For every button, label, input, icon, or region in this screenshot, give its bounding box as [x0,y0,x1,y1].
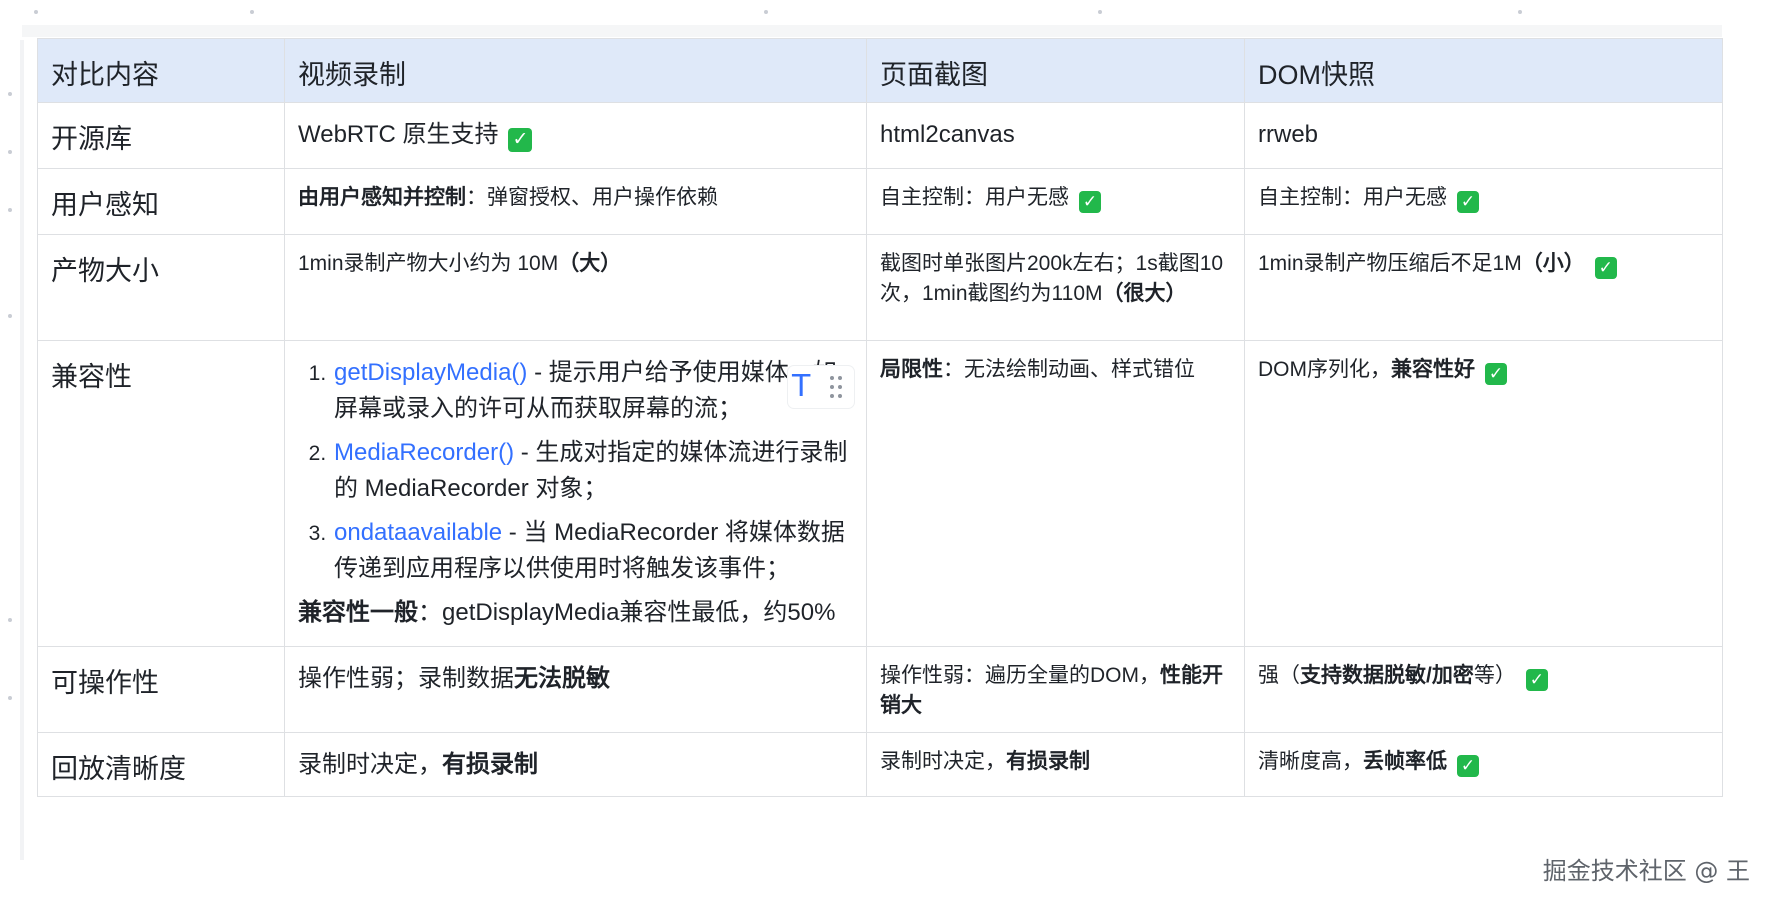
cell-compat-screenshot[interactable]: 局限性：无法绘制动画、样式错位 [866,340,1245,647]
table-header-row: 对比内容 视频录制 页面截图 DOM快照 [37,38,1723,103]
row-label-operability[interactable]: 可操作性 [37,646,285,733]
check-mark-icon: ✓ [1079,191,1101,213]
bold-text: 有损录制 [1006,749,1090,773]
cell-operability-dom[interactable]: 强（支持数据脱敏/加密等） ✓ [1244,646,1723,733]
header-compare-item[interactable]: 对比内容 [37,38,285,103]
table-row-library: 开源库 WebRTC 原生支持 ✓ html2canvas rrweb [37,102,1723,169]
table-row-operability: 可操作性 操作性弱；录制数据无法脱敏 操作性弱：遍历全量的DOM，性能开销大 强… [37,646,1723,733]
check-mark-icon: ✓ [508,128,533,152]
header-dom-snapshot[interactable]: DOM快照 [1244,38,1723,103]
table-row-perception: 用户感知 由用户感知并控制：弹窗授权、用户操作依赖 自主控制：用户无感 ✓ 自主控… [37,168,1723,235]
block-hover-toolbar: T [788,366,854,408]
cell-library-dom[interactable]: rrweb [1244,102,1723,169]
row-handle-dot[interactable] [8,618,12,622]
check-mark-icon: ✓ [1457,191,1479,213]
row-label-library[interactable]: 开源库 [37,102,285,169]
cell-clarity-video[interactable]: 录制时决定，有损录制 [284,731,867,797]
bold-text: （大） [558,252,622,275]
cell-text: WebRTC 原生支持 [298,121,499,148]
cell-perception-dom[interactable]: 自主控制：用户无感 ✓ [1244,168,1723,235]
cell-text: 等） [1473,664,1516,687]
api-link[interactable]: MediaRecorder() [334,439,514,466]
row-label-compat[interactable]: 兼容性 [37,340,285,647]
cell-library-screenshot[interactable]: html2canvas [866,102,1245,169]
cell-text: 录制时决定， [880,749,1006,773]
list-item: ondataavailable - 当 MediaRecorder 将媒体数据传… [332,515,853,587]
cell-perception-screenshot[interactable]: 自主控制：用户无感 ✓ [866,168,1245,235]
row-handle-dot[interactable] [8,208,12,212]
bold-text: 由用户感知并控制 [298,186,466,209]
cell-text: 强（ [1258,664,1300,687]
row-handle-dot[interactable] [8,314,12,318]
cell-clarity-dom[interactable]: 清晰度高，丢帧率低 ✓ [1244,731,1723,797]
bold-text: （小） [1521,252,1585,275]
text-format-icon[interactable]: T [792,370,810,404]
document-top-rule [22,25,1722,37]
cell-clarity-screenshot[interactable]: 录制时决定，有损录制 [866,731,1245,797]
cell-compat-video[interactable]: getDisplayMedia() - 提示用户给予使用媒体，如屏幕或录入的许可… [284,340,867,647]
row-label-perception[interactable]: 用户感知 [37,168,285,235]
cell-perception-video[interactable]: 由用户感知并控制：弹窗授权、用户操作依赖 [284,168,867,235]
bold-text: 兼容性一般 [298,599,418,626]
bold-text: （很大） [1102,282,1187,306]
table-row-size: 产物大小 1min录制产物大小约为 10M（大） 截图时单张图片200k左右；1… [37,234,1723,341]
api-list: getDisplayMedia() - 提示用户给予使用媒体，如屏幕或录入的许可… [298,355,853,587]
bold-text: 支持数据脱敏/加密 [1300,664,1474,687]
bold-text: 兼容性好 [1391,358,1475,381]
row-selection-rail[interactable] [20,40,24,860]
header-screenshot[interactable]: 页面截图 [866,38,1245,103]
check-mark-icon: ✓ [1457,754,1479,777]
cell-library-video[interactable]: WebRTC 原生支持 ✓ [284,102,867,169]
bold-text: 丢帧率低 [1363,749,1447,773]
cell-text: 录制时决定， [298,750,442,778]
watermark: 掘金技术社区 @ 王 [1542,857,1750,885]
cell-size-video[interactable]: 1min录制产物大小约为 10M（大） [284,234,867,341]
bold-text: 无法脱敏 [514,665,610,692]
table-row-compat: 兼容性 getDisplayMedia() - 提示用户给予使用媒体，如屏幕或录… [37,340,1723,647]
drag-handle-icon[interactable] [830,376,844,400]
check-mark-icon: ✓ [1525,669,1548,691]
api-link[interactable]: ondataavailable [334,519,502,546]
compat-summary: 兼容性一般：getDisplayMedia兼容性最低，约50% [298,595,853,631]
grid-dot [1098,10,1102,14]
cell-text: ：getDisplayMedia兼容性最低，约50% [418,599,836,626]
grid-dot [1518,10,1522,14]
cell-text: 1min录制产物压缩后不足1M [1258,252,1522,275]
cell-text: 操作性弱：遍历全量的DOM， [880,664,1160,687]
header-video-recording[interactable]: 视频录制 [284,38,867,103]
bold-text: 有损录制 [442,750,538,778]
check-mark-icon: ✓ [1594,257,1617,279]
row-handle-dot[interactable] [8,92,12,96]
row-label-clarity[interactable]: 回放清晰度 [37,731,285,797]
list-item: getDisplayMedia() - 提示用户给予使用媒体，如屏幕或录入的许可… [332,355,853,427]
grid-dot [764,10,768,14]
cell-text: 1min录制产物大小约为 10M [298,252,559,275]
comparison-table: 对比内容 视频录制 页面截图 DOM快照 开源库 WebRTC 原生支持 ✓ ht… [37,38,1723,797]
cell-text: 自主控制：用户无感 [880,186,1069,209]
cell-operability-video[interactable]: 操作性弱；录制数据无法脱敏 [284,646,867,733]
cell-text: ：弹窗授权、用户操作依赖 [466,186,718,209]
bold-text: 局限性 [880,358,943,381]
row-handle-dot[interactable] [8,150,12,154]
cell-operability-screenshot[interactable]: 操作性弱：遍历全量的DOM，性能开销大 [866,646,1245,733]
api-link[interactable]: getDisplayMedia() [334,359,527,386]
cell-size-screenshot[interactable]: 截图时单张图片200k左右；1s截图10次，1min截图约为110M（很大） [866,234,1245,341]
cell-text: 自主控制：用户无感 [1258,186,1447,209]
cell-text: ：无法绘制动画、样式错位 [943,358,1195,381]
grid-dot [250,10,254,14]
cell-text: 清晰度高， [1258,749,1363,773]
grid-dot [34,10,38,14]
cell-text: 操作性弱；录制数据 [298,665,514,692]
cell-text: DOM序列化， [1258,358,1391,381]
list-item: MediaRecorder() - 生成对指定的媒体流进行录制的 MediaRe… [332,435,853,507]
cell-compat-dom[interactable]: DOM序列化，兼容性好 ✓ [1244,340,1723,647]
row-label-size[interactable]: 产物大小 [37,234,285,341]
cell-size-dom[interactable]: 1min录制产物压缩后不足1M（小） ✓ [1244,234,1723,341]
check-mark-icon: ✓ [1485,363,1507,385]
row-handle-dot[interactable] [8,696,12,700]
table-row-clarity: 回放清晰度 录制时决定，有损录制 录制时决定，有损录制 清晰度高，丢帧率低 ✓ [37,731,1723,797]
